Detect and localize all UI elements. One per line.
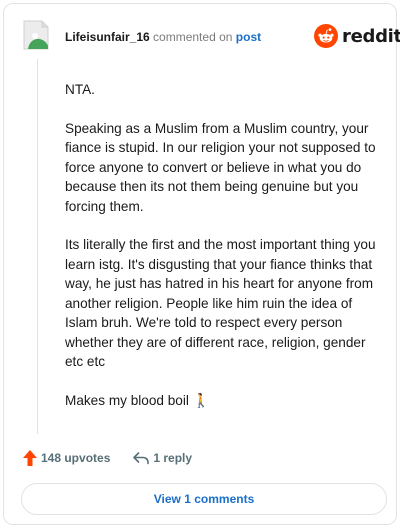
comment-paragraph: Speaking as a Muslim from a Muslim count… — [65, 120, 376, 214]
default-avatar-icon — [23, 20, 49, 50]
comment-paragraph: Makes my blood boil 🚶 — [65, 392, 210, 408]
upvote-arrow-icon — [23, 450, 37, 466]
reply-arrow-icon — [133, 452, 150, 465]
avatar[interactable] — [22, 20, 50, 50]
commented-on-text: commented on — [153, 30, 233, 44]
comment-actions: 148 upvotes 1 reply — [22, 449, 192, 467]
reply-button[interactable]: 1 reply — [132, 451, 192, 465]
view-comments-label: View 1 comments — [153, 492, 255, 506]
view-comments-button[interactable]: View 1 comments — [21, 483, 387, 515]
post-link[interactable]: post — [236, 30, 261, 44]
comment-body: NTA. Speaking as a Muslim from a Muslim … — [65, 80, 385, 429]
comment-paragraph: Its literally the first and the most imp… — [65, 237, 376, 369]
reddit-snoo-icon — [314, 24, 338, 48]
reddit-wordmark: reddit — [342, 25, 400, 47]
comment-paragraph: NTA. — [65, 82, 95, 97]
username-link[interactable]: Lifeisunfair_16 — [65, 30, 150, 44]
comment-header: Lifeisunfair_16 commented on post — [65, 30, 261, 44]
upvote-count: 148 upvotes — [41, 451, 111, 465]
reddit-logo[interactable]: reddit — [314, 24, 400, 48]
upvote-button[interactable]: 148 upvotes — [22, 449, 110, 467]
thread-line[interactable] — [37, 59, 38, 434]
reply-count: 1 reply — [153, 451, 193, 465]
comment-card: Lifeisunfair_16 commented on post reddit… — [3, 3, 400, 525]
